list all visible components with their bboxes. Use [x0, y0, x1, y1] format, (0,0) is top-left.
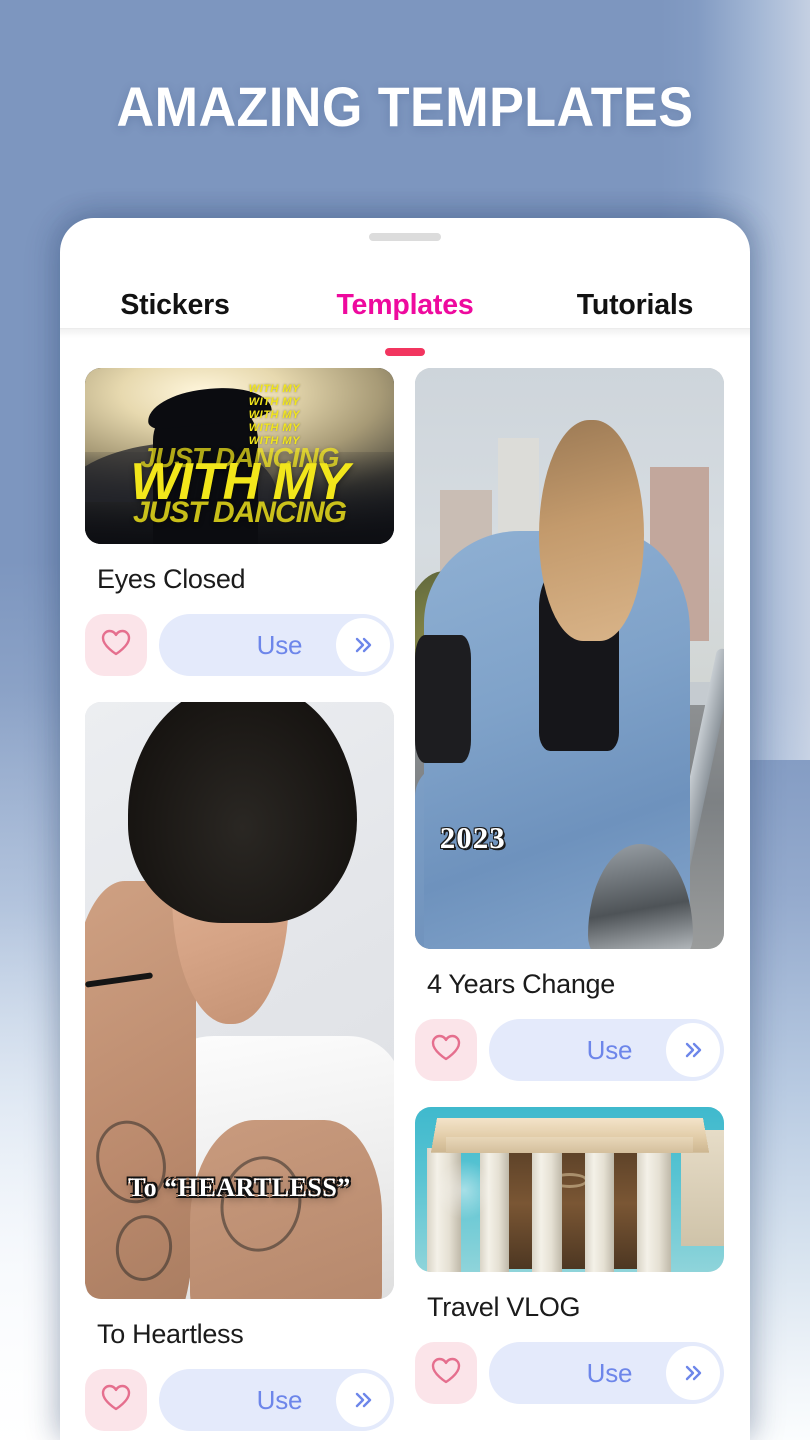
use-button[interactable]: Use — [159, 1369, 394, 1431]
artwork-architrave — [445, 1136, 694, 1154]
double-chevron-right-icon — [683, 1041, 703, 1059]
template-card-eyes-closed[interactable]: WITH MY WITH MY WITH MY WITH MY WITH MY … — [85, 368, 394, 676]
tab-stickers[interactable]: Stickers — [60, 262, 290, 348]
artwork-portico-recess — [489, 1149, 638, 1269]
tab-tutorials-label: Tutorials — [576, 288, 694, 321]
template-thumbnail-4-years-change[interactable]: 2023 — [415, 368, 724, 949]
artwork-column-3 — [532, 1148, 562, 1272]
heart-icon — [101, 1384, 131, 1416]
template-card-travel-vlog[interactable]: Travel VLOG Use — [415, 1107, 724, 1404]
grid-column-right: 2023 4 Years Change Use Travel VLOG Use — [415, 368, 724, 1440]
artwork-hair — [128, 702, 357, 923]
use-button-label: Use — [586, 1034, 633, 1065]
templates-grid: WITH MY WITH MY WITH MY WITH MY WITH MY … — [85, 368, 725, 1440]
bottom-sheet-panel: Stickers Templates Tutorials WITH MY WIT… — [60, 218, 750, 1440]
tab-templates-label: Templates — [336, 288, 474, 321]
tab-bar-divider — [60, 328, 750, 329]
artwork-hair — [538, 420, 644, 642]
use-button-label: Use — [586, 1357, 633, 1388]
double-chevron-right-icon — [353, 1391, 373, 1409]
favorite-button[interactable] — [415, 1342, 477, 1404]
artwork-dance-silhouette: WITH MY WITH MY WITH MY WITH MY WITH MY … — [85, 368, 394, 544]
favorite-button[interactable] — [85, 1369, 147, 1431]
favorite-button[interactable] — [415, 1019, 477, 1081]
use-button[interactable]: Use — [159, 614, 394, 676]
template-card-4-years-change[interactable]: 2023 4 Years Change Use — [415, 368, 724, 1081]
overlay-text: To “HEARTLESS” — [128, 1173, 351, 1203]
heart-icon — [431, 1034, 461, 1066]
template-actions: Use — [85, 614, 394, 676]
favorite-button[interactable] — [85, 614, 147, 676]
overlay-text: 2023 — [439, 820, 506, 856]
double-chevron-right-icon — [353, 636, 373, 654]
use-button-label: Use — [256, 1384, 303, 1415]
tab-templates[interactable]: Templates — [290, 262, 520, 356]
template-actions: Use — [415, 1019, 724, 1081]
grid-column-left: WITH MY WITH MY WITH MY WITH MY WITH MY … — [85, 368, 394, 1440]
overlay-micro-lines: WITH MY WITH MY WITH MY WITH MY WITH MY — [248, 382, 300, 447]
artwork-handbag — [415, 635, 471, 764]
use-button[interactable]: Use — [489, 1019, 724, 1081]
overlay-micro-line-4: WITH MY — [248, 421, 300, 434]
template-thumbnail-to-heartless[interactable]: To “HEARTLESS” — [85, 702, 394, 1299]
template-actions: Use — [415, 1342, 724, 1404]
active-tab-indicator — [385, 348, 425, 356]
template-title: 4 Years Change — [427, 969, 615, 999]
artwork-column-4 — [584, 1148, 615, 1272]
template-thumbnail-travel-vlog[interactable] — [415, 1107, 724, 1272]
artwork-lens-flare — [433, 1159, 494, 1220]
use-button-label: Use — [256, 629, 303, 660]
heart-icon — [101, 629, 131, 661]
artwork-denim-city-portrait: 2023 — [415, 368, 724, 949]
template-title: To Heartless — [97, 1319, 244, 1349]
forward-button[interactable] — [336, 1373, 390, 1427]
tab-bar: Stickers Templates Tutorials — [60, 262, 750, 356]
overlay-micro-line-3: WITH MY — [248, 408, 300, 421]
artwork-tattooed-portrait: To “HEARTLESS” — [85, 702, 394, 1299]
overlay-micro-line-1: WITH MY — [248, 382, 300, 395]
artwork-classical-building — [415, 1107, 724, 1272]
use-button[interactable]: Use — [489, 1342, 724, 1404]
template-title: Travel VLOG — [427, 1292, 581, 1322]
overlay-line-bottom: JUST DANCING — [132, 496, 347, 530]
template-thumbnail-eyes-closed[interactable]: WITH MY WITH MY WITH MY WITH MY WITH MY … — [85, 368, 394, 544]
forward-button[interactable] — [336, 618, 390, 672]
tab-stickers-label: Stickers — [120, 288, 230, 321]
forward-button[interactable] — [666, 1346, 720, 1400]
artwork-column-5 — [637, 1148, 672, 1272]
overlay-micro-line-2: WITH MY — [248, 395, 300, 408]
template-title: Eyes Closed — [97, 564, 246, 594]
drag-handle[interactable] — [369, 233, 441, 241]
forward-button[interactable] — [666, 1023, 720, 1077]
tab-tutorials[interactable]: Tutorials — [520, 262, 750, 348]
double-chevron-right-icon — [683, 1364, 703, 1382]
template-card-to-heartless[interactable]: To “HEARTLESS” To Heartless Use — [85, 702, 394, 1431]
template-actions: Use — [85, 1369, 394, 1431]
page-title: AMAZING TEMPLATES — [116, 75, 694, 138]
heart-icon — [431, 1357, 461, 1389]
